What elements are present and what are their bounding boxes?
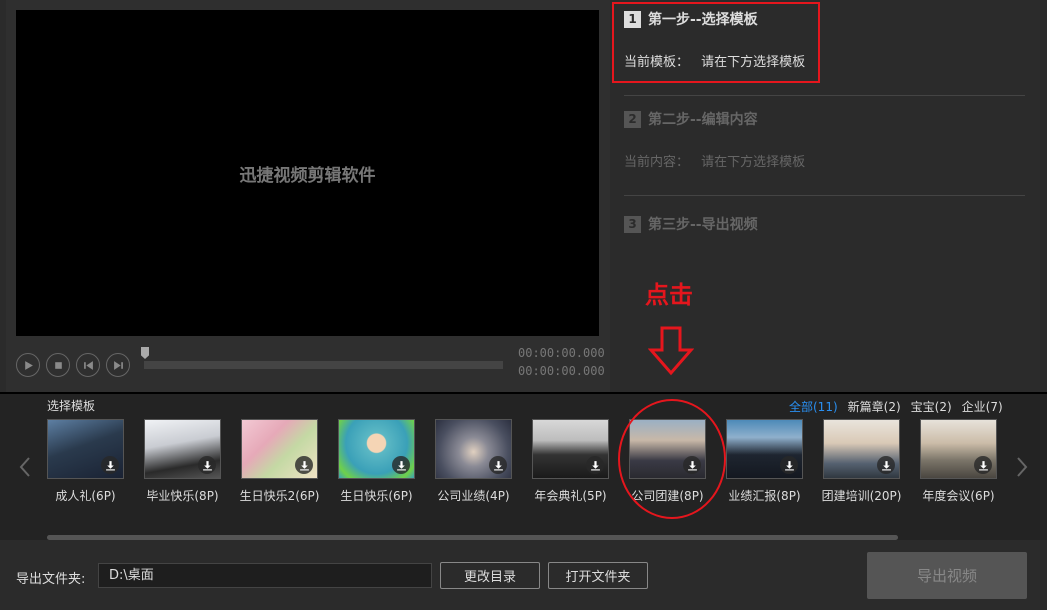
download-button[interactable]: [101, 456, 119, 474]
download-icon: [493, 460, 503, 470]
step1-sub-label: 当前模板：: [624, 55, 690, 70]
template-thumbnail[interactable]: [726, 419, 803, 479]
chevron-right-icon: [1017, 457, 1028, 477]
next-frame-icon: [113, 360, 123, 370]
play-icon: [24, 360, 33, 370]
template-thumbnail[interactable]: [823, 419, 900, 479]
template-thumbnail[interactable]: [47, 419, 124, 479]
template-card[interactable]: 生日快乐(6P): [338, 419, 415, 503]
video-preview[interactable]: 迅捷视频剪辑软件: [16, 10, 599, 336]
step1-title[interactable]: 1 第一步--选择模板: [624, 9, 758, 29]
download-icon: [299, 460, 309, 470]
template-card[interactable]: 公司业绩(4P): [435, 419, 512, 503]
progress-track[interactable]: [144, 361, 503, 369]
download-button[interactable]: [780, 456, 798, 474]
step1-number: 1: [624, 10, 641, 28]
template-card[interactable]: 年度会议(6P): [920, 419, 997, 503]
download-button[interactable]: [198, 456, 216, 474]
scroll-right-button[interactable]: [1015, 455, 1029, 479]
template-card[interactable]: 年会典礼(5P): [532, 419, 609, 503]
download-button[interactable]: [877, 456, 895, 474]
step2-title-text: 第二步--编辑内容: [648, 112, 758, 128]
download-button[interactable]: [974, 456, 992, 474]
template-card[interactable]: 业绩汇报(8P): [726, 419, 803, 503]
template-thumbnail[interactable]: [435, 419, 512, 479]
stop-icon: [54, 361, 62, 369]
open-folder-button[interactable]: 打开文件夹: [548, 562, 648, 589]
export-video-button[interactable]: 导出视频: [867, 552, 1027, 599]
template-thumbnail[interactable]: [144, 419, 221, 479]
step2-sub-value: 请在下方选择模板: [701, 155, 806, 170]
download-icon: [202, 460, 212, 470]
prev-frame-icon: [83, 360, 93, 370]
divider: [624, 95, 1025, 96]
download-icon: [881, 460, 891, 470]
template-thumbnail[interactable]: [241, 419, 318, 479]
play-button[interactable]: [16, 353, 40, 377]
template-filters: 全部(11) 新篇章(2) 宝宝(2) 企业(7): [789, 398, 1003, 415]
app-window: 迅捷视频剪辑软件 00:00:00.000 00:00:00.000 1 第一步…: [0, 0, 1047, 610]
download-button[interactable]: [392, 456, 410, 474]
download-icon: [784, 460, 794, 470]
step2-sub: 当前内容： 请在下方选择模板: [624, 151, 805, 170]
filter-baby[interactable]: 宝宝(2): [911, 398, 952, 415]
template-thumbnail[interactable]: [920, 419, 997, 479]
output-folder-label: 导出文件夹:: [16, 572, 86, 587]
download-icon: [105, 460, 115, 470]
next-frame-button[interactable]: [106, 353, 130, 377]
step1-sub: 当前模板： 请在下方选择模板: [624, 51, 805, 70]
highlight-circle: [618, 399, 726, 519]
template-card[interactable]: 团建培训(20P): [822, 419, 901, 503]
download-button[interactable]: [586, 456, 604, 474]
step1-sub-value: 请在下方选择模板: [701, 55, 806, 70]
download-icon: [590, 460, 600, 470]
scroll-left-button[interactable]: [18, 455, 32, 479]
step1-title-text: 第一步--选择模板: [648, 12, 758, 28]
time-total: 00:00:00.000: [518, 364, 605, 378]
download-icon: [978, 460, 988, 470]
down-arrow-icon: [648, 326, 694, 376]
download-button[interactable]: [489, 456, 507, 474]
step3-title[interactable]: 3 第三步--导出视频: [624, 214, 758, 234]
stop-button[interactable]: [46, 353, 70, 377]
template-list: 成人礼(6P) 毕业快乐(8P) 生日快乐2(6P) 生日快乐(6P) 公司业绩…: [47, 419, 1002, 509]
click-annotation-text: 点击: [645, 281, 693, 309]
template-label: 年度会议(6P): [922, 489, 995, 503]
filter-enterprise[interactable]: 企业(7): [962, 398, 1003, 415]
video-placeholder-text: 迅捷视频剪辑软件: [239, 165, 376, 186]
template-card[interactable]: 生日快乐2(6P): [240, 419, 319, 503]
step2-title[interactable]: 2 第二步--编辑内容: [624, 109, 758, 129]
prev-frame-button[interactable]: [76, 353, 100, 377]
download-button[interactable]: [295, 456, 313, 474]
change-directory-button[interactable]: 更改目录: [440, 562, 540, 589]
divider: [624, 195, 1025, 196]
chevron-left-icon: [19, 457, 30, 477]
filter-all[interactable]: 全部(11): [789, 398, 838, 415]
output-folder-field[interactable]: D:\桌面: [98, 563, 432, 588]
template-card[interactable]: 毕业快乐(8P): [144, 419, 221, 503]
download-icon: [396, 460, 406, 470]
step3-title-text: 第三步--导出视频: [648, 217, 758, 233]
filter-new-chapter[interactable]: 新篇章(2): [848, 398, 901, 415]
template-thumbnail[interactable]: [338, 419, 415, 479]
template-card[interactable]: 成人礼(6P): [47, 419, 124, 503]
template-section-label: 选择模板: [47, 399, 96, 413]
template-thumbnail[interactable]: [532, 419, 609, 479]
time-current: 00:00:00.000: [518, 346, 605, 360]
step2-number: 2: [624, 110, 641, 128]
step2-sub-label: 当前内容：: [624, 155, 690, 170]
step3-number: 3: [624, 215, 641, 233]
